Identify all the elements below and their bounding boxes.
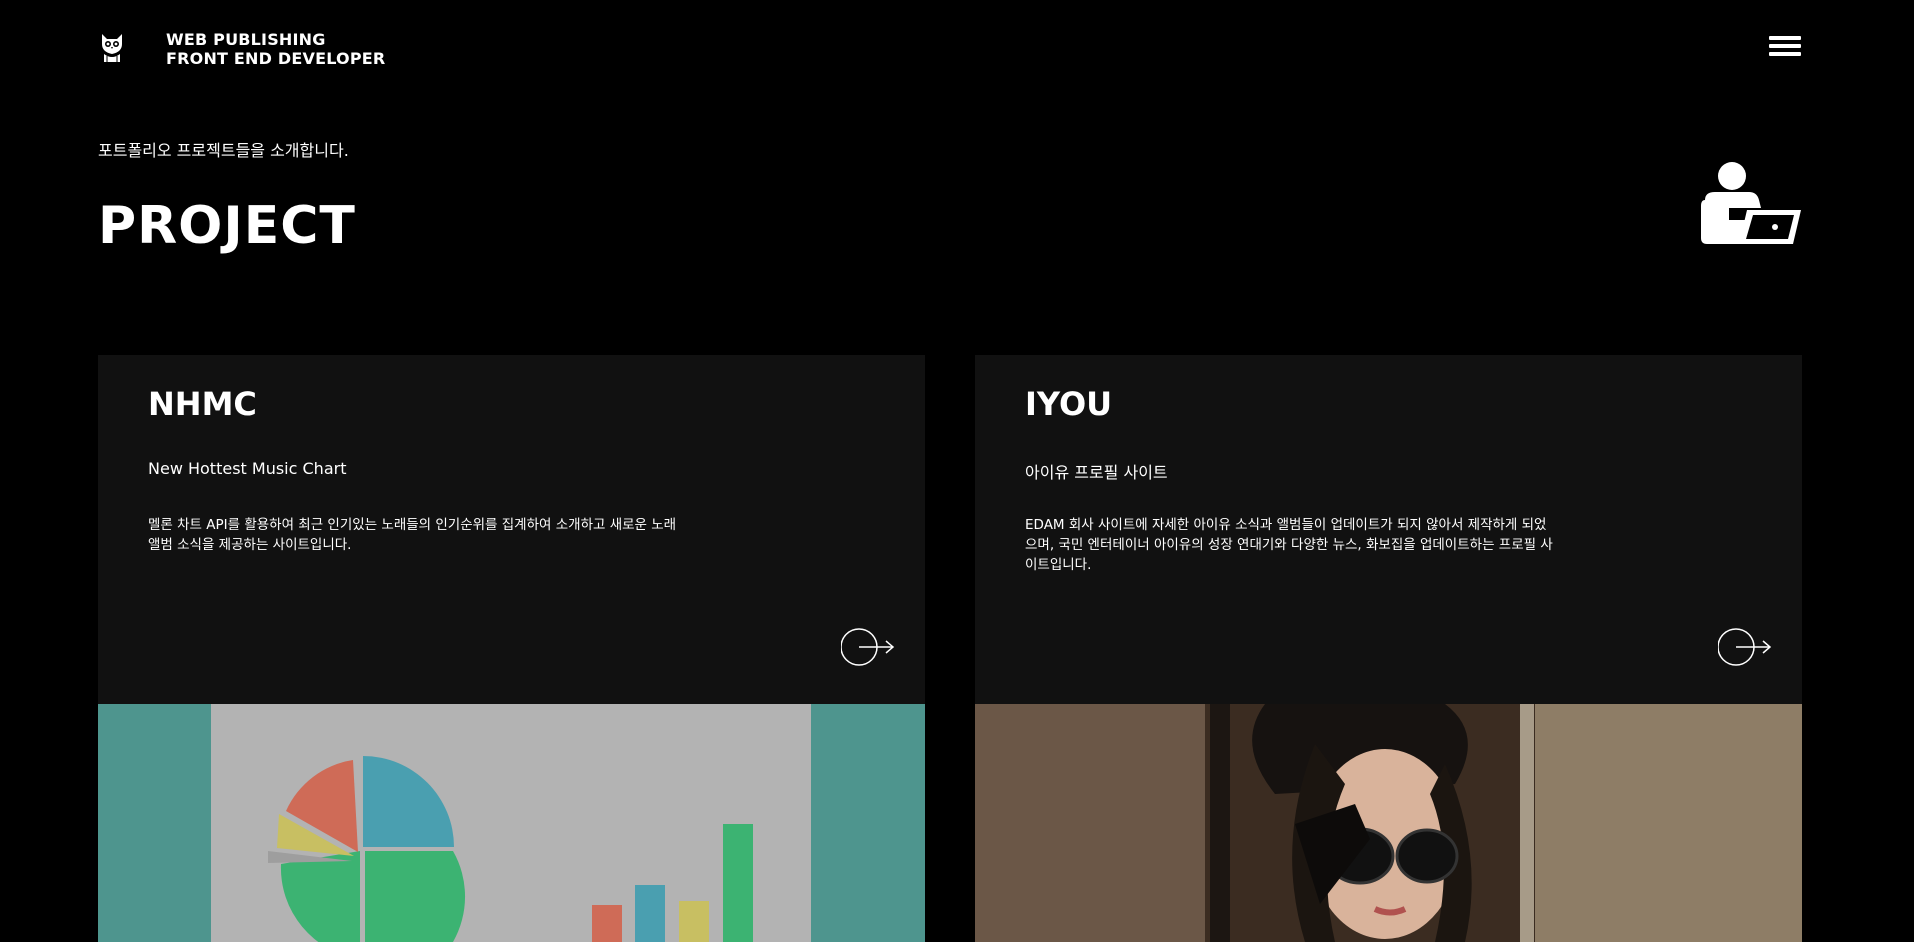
owl-logo-icon[interactable]: [98, 30, 126, 64]
project-thumbnail-nhmc[interactable]: [98, 704, 925, 942]
project-subtitle: 아이유 프로필 사이트: [1025, 463, 1168, 482]
brand-text[interactable]: WEB PUBLISHING FRONT END DEVELOPER: [166, 30, 385, 68]
brand-line-1: WEB PUBLISHING: [166, 30, 326, 49]
profile-photo-image: [975, 704, 1802, 942]
site-header: WEB PUBLISHING FRONT END DEVELOPER: [98, 26, 1801, 76]
brand-line-2: FRONT END DEVELOPER: [166, 49, 386, 68]
chart-illustration-image: [211, 704, 811, 942]
project-description: EDAM 회사 사이트에 자세한 아이유 소식과 앨범들이 업데이트가 되지 않…: [1025, 517, 1553, 573]
person-laptop-icon: [1701, 162, 1801, 244]
project-description: 멜론 차트 API를 활용하여 최근 인기있는 노래들의 인기순위를 집계하여 …: [148, 517, 677, 553]
hamburger-menu-icon[interactable]: [1769, 36, 1801, 60]
project-title: IYOU: [1025, 385, 1113, 423]
project-card-nhmc: NHMC New Hottest Music Chart 멜론 차트 API를 …: [98, 355, 925, 704]
project-card-iyou: IYOU 아이유 프로필 사이트 EDAM 회사 사이트에 자세한 아이유 소식…: [975, 355, 1802, 704]
arrow-right-circle-icon[interactable]: [841, 627, 895, 667]
project-subtitle: New Hottest Music Chart: [148, 459, 347, 478]
project-thumbnail-iyou[interactable]: [975, 704, 1802, 942]
page-title: PROJECT: [98, 196, 356, 256]
project-title: NHMC: [148, 385, 257, 423]
intro-text: 포트폴리오 프로젝트들을 소개합니다.: [98, 141, 349, 160]
arrow-right-circle-icon[interactable]: [1718, 627, 1772, 667]
